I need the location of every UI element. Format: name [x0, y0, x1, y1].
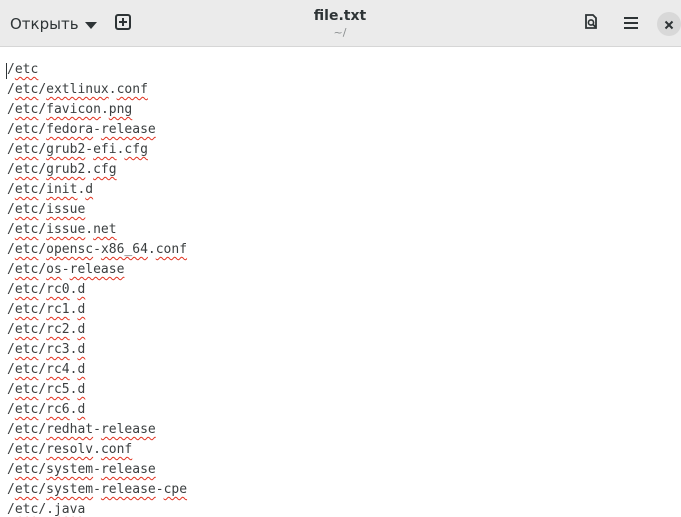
text-line: /etc/system-release [7, 462, 156, 477]
text-line: /etc/issue [7, 202, 86, 217]
new-tab-button[interactable] [108, 9, 138, 39]
text-line: /etc/init.d [7, 182, 94, 197]
text-line: /etc/opensc-x86_64.conf [7, 242, 188, 257]
text-line: /etc/redhat-release [7, 422, 156, 437]
text-line: /etc/grub2-efi.cfg [7, 142, 148, 157]
text-line: /etc/fedora-release [7, 122, 156, 137]
text-line: /etc/rc6.d [7, 402, 86, 417]
text-line: /etc/rc2.d [7, 322, 86, 337]
open-button[interactable]: Открыть [4, 9, 103, 39]
search-icon [583, 14, 599, 34]
text-line: /etc/grub2.cfg [7, 162, 117, 177]
text-line: /etc/favicon.png [7, 102, 133, 117]
text-editor-window: Открыть file.txt ~/ /etc /etc/extlinux.c… [0, 0, 681, 517]
text-line: /etc/system-release-cpe [7, 482, 188, 497]
chevron-down-icon [84, 15, 97, 34]
open-button-label: Открыть [10, 15, 79, 33]
text-line: /etc/.java [7, 502, 86, 517]
text-line: /etc/rc5.d [7, 382, 86, 397]
document-path: ~/ [333, 26, 347, 39]
close-button[interactable] [657, 12, 681, 36]
text-lines: /etc/etc/extlinux.conf/etc/favicon.png/e… [7, 60, 187, 517]
text-editor-area[interactable]: /etc/etc/extlinux.conf/etc/favicon.png/e… [0, 48, 681, 517]
new-tab-icon [115, 14, 131, 34]
text-line: /etc/rc0.d [7, 282, 86, 297]
close-icon [664, 15, 674, 34]
headerbar: Открыть file.txt ~/ [0, 0, 681, 47]
text-line: /etc/os-release [7, 262, 125, 277]
text-line: /etc/rc4.d [7, 362, 86, 377]
text-line: /etc/extlinux.conf [7, 82, 148, 97]
text-line: /etc/resolv.conf [7, 442, 133, 457]
window-title-block: file.txt ~/ [240, 6, 440, 40]
text-line: /etc/rc1.d [7, 302, 86, 317]
search-button[interactable] [576, 9, 606, 39]
text-line: /etc [7, 62, 39, 77]
document-title: file.txt [313, 8, 367, 24]
main-menu-button[interactable] [616, 9, 646, 39]
text-line: /etc/rc3.d [7, 342, 86, 357]
text-line: /etc/issue.net [7, 222, 117, 237]
hamburger-menu-icon [623, 15, 639, 34]
